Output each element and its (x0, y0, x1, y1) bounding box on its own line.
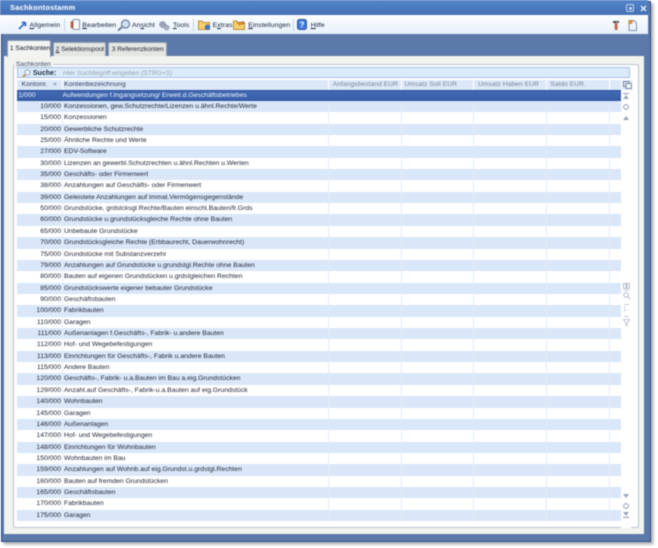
svg-text:1..: 1.. (623, 307, 630, 312)
svg-text:?: ? (300, 21, 305, 30)
